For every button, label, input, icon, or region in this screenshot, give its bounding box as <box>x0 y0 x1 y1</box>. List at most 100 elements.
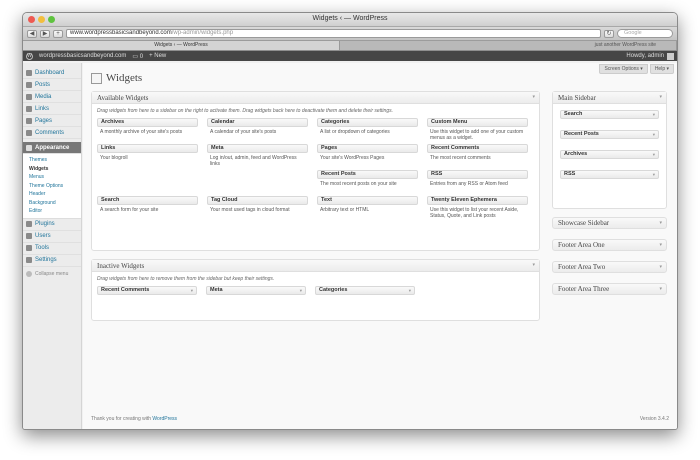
widget-title[interactable]: Meta <box>207 144 308 153</box>
chevron-down-icon[interactable]: ▾ <box>409 287 411 294</box>
widget-title[interactable]: Categories <box>317 118 418 127</box>
chevron-down-icon[interactable]: ▾ <box>659 218 662 229</box>
sidebar-item-pages[interactable]: Pages <box>23 115 81 127</box>
sidebar-item-users[interactable]: Users <box>23 231 81 243</box>
chevron-down-icon[interactable]: ▾ <box>191 287 193 294</box>
widget-title[interactable]: Pages <box>317 144 418 153</box>
widget-item[interactable]: Recent Posts The most recent posts on you… <box>317 170 418 195</box>
users-icon <box>26 233 32 239</box>
widget-item[interactable]: Custom Menu Use this widget to add one of… <box>427 118 528 143</box>
widget-item[interactable]: Text Arbitrary text or HTML <box>317 196 418 221</box>
inactive-widget[interactable]: Meta ▾ <box>206 286 306 295</box>
widget-title[interactable]: Calendar <box>207 118 308 127</box>
widget-item[interactable]: Tag Cloud Your most used tags in cloud fo… <box>207 196 308 221</box>
footer-area-three-header[interactable]: Footer Area Three ▾ <box>552 283 667 295</box>
submenu-background[interactable]: Background <box>29 199 81 208</box>
chevron-down-icon[interactable]: ▾ <box>659 92 662 104</box>
forward-button[interactable]: ▶ <box>40 29 50 38</box>
site-name-link[interactable]: wordpressbasicsandbeyond.com <box>39 53 126 59</box>
sidebar-item-posts[interactable]: Posts <box>23 79 81 91</box>
sidebar-item-plugins[interactable]: Plugins <box>23 219 81 231</box>
widget-title[interactable]: Recent Posts <box>317 170 418 179</box>
available-widgets-description: Drag widgets from here to a sidebar on t… <box>97 108 393 114</box>
widget-title[interactable]: Search <box>97 196 198 205</box>
widget-title[interactable]: Recent Comments <box>427 144 528 153</box>
main-sidebar-header[interactable]: Main Sidebar ▾ <box>553 92 666 104</box>
widget-item[interactable]: Search A search form for your site <box>97 196 198 221</box>
panel-title: Footer Area Two <box>558 263 606 271</box>
address-bar[interactable]: www.wordpressbasicsandbeyond.com/wp-admi… <box>66 29 601 38</box>
widget-item[interactable]: Links Your blogroll <box>97 144 198 169</box>
chevron-down-icon[interactable]: ▾ <box>659 240 662 251</box>
chevron-down-icon[interactable]: ▾ <box>653 131 655 138</box>
widget-title[interactable]: RSS <box>427 170 528 179</box>
tools-icon <box>26 245 32 251</box>
inactive-widget[interactable]: Categories ▾ <box>315 286 415 295</box>
submenu-editor[interactable]: Editor <box>29 207 81 216</box>
screen-options-button[interactable]: Screen Options ▾ <box>599 64 648 74</box>
widget-item[interactable]: Twenty Eleven Ephemera Use this widget to… <box>427 196 528 221</box>
tab-site[interactable]: just another WordPress site <box>340 41 677 50</box>
settings-icon <box>26 257 32 263</box>
widget-title[interactable]: Text <box>317 196 418 205</box>
sidebar-item-links[interactable]: Links <box>23 103 81 115</box>
comments-link[interactable]: ▭ 0 <box>132 53 143 60</box>
reload-icon[interactable]: ↻ <box>604 29 614 38</box>
sidebar-item-label: Appearance <box>35 144 70 151</box>
wordpress-logo-icon[interactable]: W <box>26 52 33 60</box>
inactive-widget[interactable]: Recent Comments ▾ <box>97 286 197 295</box>
sidebar-item-media[interactable]: Media <box>23 91 81 103</box>
tab-strip: Widgets ‹ — WordPress just another WordP… <box>23 41 677 51</box>
submenu-widgets[interactable]: Widgets <box>29 165 81 174</box>
new-content-link[interactable]: + New <box>149 53 166 59</box>
chevron-down-icon[interactable]: ▾ <box>659 262 662 273</box>
collapse-menu-button[interactable]: Collapse menu <box>23 267 81 281</box>
sidebar-item-tools[interactable]: Tools <box>23 243 81 255</box>
widget-title[interactable]: Twenty Eleven Ephemera <box>427 196 528 205</box>
sidebar-item-dashboard[interactable]: Dashboard <box>23 67 81 79</box>
widget-item[interactable]: Categories A list or dropdown of categori… <box>317 118 418 143</box>
chevron-down-icon[interactable]: ▾ <box>653 171 655 178</box>
help-button[interactable]: Help ▾ <box>649 64 674 74</box>
search-field[interactable]: Google <box>617 29 673 38</box>
submenu-theme-options[interactable]: Theme Options <box>29 182 81 191</box>
chevron-down-icon[interactable]: ▾ <box>659 284 662 295</box>
submenu-themes[interactable]: Themes <box>29 156 81 165</box>
showcase-sidebar-header[interactable]: Showcase Sidebar ▾ <box>552 217 667 229</box>
sidebar-widget[interactable]: Archives ▾ <box>560 150 659 159</box>
footer-area-one-header[interactable]: Footer Area One ▾ <box>552 239 667 251</box>
back-button[interactable]: ◀ <box>27 29 37 38</box>
tab-widgets[interactable]: Widgets ‹ — WordPress <box>23 41 340 50</box>
widget-title[interactable]: Custom Menu <box>427 118 528 127</box>
widget-title: Recent Posts <box>564 131 599 137</box>
chevron-down-icon[interactable]: ▾ <box>653 111 655 118</box>
add-bookmark-button[interactable]: + <box>53 29 63 38</box>
wordpress-link[interactable]: WordPress <box>152 416 177 422</box>
widget-item[interactable]: Meta Log in/out, admin, feed and WordPres… <box>207 144 308 169</box>
chevron-down-icon[interactable]: ▾ <box>532 92 535 104</box>
widget-item[interactable]: RSS Entries from any RSS or Atom feed <box>427 170 528 195</box>
widget-item[interactable]: Recent Comments The most recent comments <box>427 144 528 169</box>
sidebar-item-settings[interactable]: Settings <box>23 255 81 267</box>
submenu-menus[interactable]: Menus <box>29 173 81 182</box>
widget-item[interactable]: Archives A monthly archive of your site's… <box>97 118 198 143</box>
widget-item[interactable]: Calendar A calendar of your site's posts <box>207 118 308 143</box>
sidebar-widget[interactable]: Search ▾ <box>560 110 659 119</box>
account-menu[interactable]: Howdy, admin <box>626 52 674 60</box>
sidebar-widget[interactable]: RSS ▾ <box>560 170 659 179</box>
widget-title[interactable]: Archives <box>97 118 198 127</box>
sidebar-widget[interactable]: Recent Posts ▾ <box>560 130 659 139</box>
howdy-label: Howdy, admin <box>626 53 664 59</box>
inactive-widgets-header[interactable]: Inactive Widgets ▾ <box>92 260 539 272</box>
widget-title[interactable]: Tag Cloud <box>207 196 308 205</box>
sidebar-item-appearance[interactable]: Appearance <box>23 142 81 154</box>
submenu-header[interactable]: Header <box>29 190 81 199</box>
widget-title[interactable]: Links <box>97 144 198 153</box>
chevron-down-icon[interactable]: ▾ <box>532 260 535 272</box>
widget-item[interactable]: Pages Your site's WordPress Pages <box>317 144 418 169</box>
chevron-down-icon[interactable]: ▾ <box>653 151 655 158</box>
available-widgets-header[interactable]: Available Widgets ▾ <box>92 92 539 104</box>
chevron-down-icon[interactable]: ▾ <box>300 287 302 294</box>
footer-area-two-header[interactable]: Footer Area Two ▾ <box>552 261 667 273</box>
sidebar-item-comments[interactable]: Comments <box>23 127 81 139</box>
